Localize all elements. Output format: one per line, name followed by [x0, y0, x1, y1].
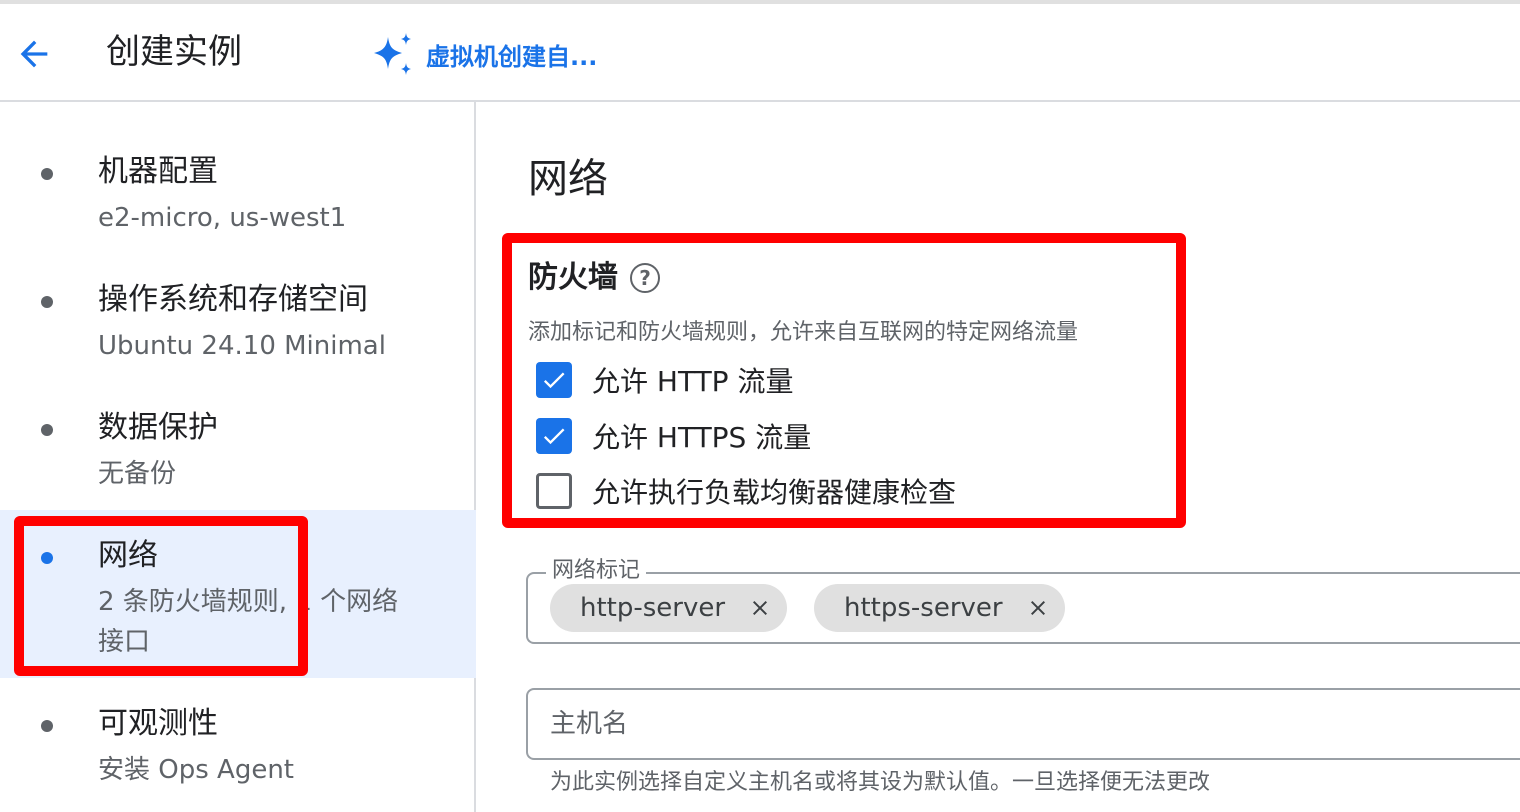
tag-chip-http-server: http-server: [550, 584, 788, 632]
hostname-input[interactable]: [526, 688, 1520, 760]
back-button[interactable]: [12, 32, 56, 76]
sidebar-item-subtitle: e2-micro, us-west1: [98, 203, 347, 233]
firewall-description: 添加标记和防火墙规则，允许来自互联网的特定网络流量: [528, 320, 1079, 345]
network-tags-field[interactable]: 网络标记 http-server https-server: [526, 558, 1520, 644]
help-icon[interactable]: ?: [630, 263, 660, 293]
sidebar-item-title: 机器配置: [98, 154, 218, 189]
checkbox-label: 允许 HTTPS 流量: [592, 421, 812, 454]
step-dot: [41, 552, 53, 564]
network-section: 网络 防火墙 ? 添加标记和防火墙规则，允许来自互联网的特定网络流量 允许 HT…: [478, 102, 1520, 812]
ai-link-label: 虚拟机创建自...: [426, 42, 598, 71]
ai-create-link[interactable]: 虚拟机创建自...: [370, 33, 598, 75]
checkbox-label: 允许 HTTP 流量: [592, 365, 794, 398]
step-sidebar: 机器配置 e2-micro, us-west1 操作系统和存储空间 Ubuntu…: [0, 102, 476, 812]
step-dot: [41, 720, 53, 732]
sidebar-item-subtitle: 2 条防火墙规则, 1 个网络接口: [98, 587, 399, 657]
allow-lb-health-check-checkbox[interactable]: 允许执行负载均衡器健康检查: [536, 471, 956, 511]
checkbox-checked-icon: [536, 418, 572, 454]
step-dot: [41, 168, 53, 180]
page-title: 创建实例: [106, 32, 242, 72]
sidebar-item-observability[interactable]: 可观测性 安装 Ops Agent: [0, 700, 476, 810]
sidebar-item-title: 数据保护: [98, 410, 218, 445]
firewall-heading: 防火墙 ?: [528, 258, 660, 298]
sidebar-item-title: 操作系统和存储空间: [98, 282, 368, 317]
checkbox-checked-icon: [536, 362, 572, 398]
allow-http-checkbox[interactable]: 允许 HTTP 流量: [536, 360, 793, 400]
step-dot: [41, 296, 53, 308]
allow-https-checkbox[interactable]: 允许 HTTPS 流量: [536, 416, 811, 456]
close-icon[interactable]: [1025, 595, 1051, 621]
sidebar-item-networking[interactable]: 网络 2 条防火墙规则, 1 个网络接口: [0, 510, 476, 678]
firewall-title: 防火墙: [528, 260, 618, 295]
arrow-back-icon: [20, 40, 48, 68]
sidebar-item-subtitle: 安装 Ops Agent: [98, 755, 295, 785]
hostname-hint: 为此实例选择自定义主机名或将其设为默认值。一旦选择便无法更改: [550, 770, 1211, 795]
checkbox-unchecked-icon: [536, 473, 572, 509]
page-header: 创建实例 虚拟机创建自...: [0, 4, 1520, 102]
sidebar-item-title: 可观测性: [98, 706, 218, 741]
step-dot: [41, 424, 53, 436]
tag-chip-https-server: https-server: [814, 584, 1065, 632]
sidebar-item-subtitle: 无备份: [98, 459, 177, 489]
network-tags-label: 网络标记: [546, 558, 647, 584]
chip-label: https-server: [844, 593, 1003, 623]
sidebar-item-title: 网络: [98, 538, 158, 573]
chip-label: http-server: [580, 593, 726, 623]
section-title: 网络: [528, 156, 608, 202]
sparkle-icon: [374, 33, 411, 75]
sidebar-item-data-protection[interactable]: 数据保护 无备份: [0, 404, 476, 514]
sidebar-item-machine-config[interactable]: 机器配置 e2-micro, us-west1: [0, 148, 476, 258]
close-icon[interactable]: [747, 595, 773, 621]
sidebar-item-os-storage[interactable]: 操作系统和存储空间 Ubuntu 24.10 Minimal: [0, 276, 476, 386]
sidebar-item-subtitle: Ubuntu 24.10 Minimal: [98, 331, 386, 361]
checkbox-label: 允许执行负载均衡器健康检查: [592, 476, 957, 509]
